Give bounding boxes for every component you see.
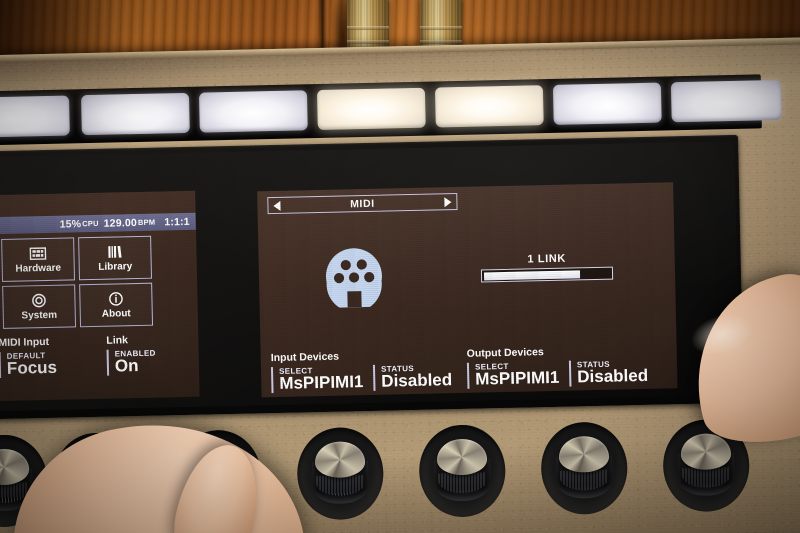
- screen-glass: 15% CPU 129.00 BPM 1:1:1 Hardware Librar…: [0, 140, 740, 413]
- input-devices-section: Input Devices SELECT MsPIPIMI1 STATUS Di…: [270, 348, 472, 394]
- hardware-grid-icon: [29, 245, 47, 261]
- settings-button-label: About: [101, 307, 131, 320]
- midi-input-parameter[interactable]: MIDI Input DEFAULT Focus: [0, 335, 82, 378]
- link-meter: 1 LINK: [480, 252, 614, 283]
- pad-6[interactable]: [552, 82, 662, 125]
- pad-4[interactable]: [316, 87, 426, 131]
- input-device-select[interactable]: SELECT MsPIPIMI1: [270, 365, 374, 394]
- output-device-status[interactable]: STATUS Disabled: [568, 358, 668, 387]
- arrow-right-icon[interactable]: [444, 196, 452, 207]
- field-value: MsPIPIMI1: [475, 367, 560, 389]
- left-parameter-row: MIDI Input DEFAULT Focus Link ENABLED On: [0, 333, 199, 378]
- parameter-value: Focus: [6, 357, 58, 378]
- bpm-label: BPM: [137, 217, 156, 227]
- input-devices-title: Input Devices: [270, 350, 340, 365]
- screenshot-root: 15% CPU 129.00 BPM 1:1:1 Hardware Librar…: [0, 0, 800, 533]
- field-value: MsPIPIMI1: [279, 372, 364, 394]
- link-parameter[interactable]: Link ENABLED On: [106, 333, 190, 376]
- settings-button-label: Library: [98, 260, 133, 273]
- link-meter-label: 1 LINK: [527, 252, 567, 266]
- midi-din-5pin-icon: [322, 245, 385, 313]
- pad-5[interactable]: [434, 85, 544, 128]
- page-selector[interactable]: MIDI: [267, 193, 458, 215]
- settings-button-label: System: [21, 309, 58, 322]
- bpm-value: 129.00: [103, 216, 138, 230]
- settings-button-label: Hardware: [15, 262, 62, 275]
- field-value: Disabled: [577, 366, 649, 387]
- pad-2[interactable]: [80, 92, 190, 136]
- pad-1[interactable]: [0, 95, 70, 139]
- output-devices-title: Output Devices: [466, 346, 544, 360]
- cpu-label: CPU: [82, 218, 99, 229]
- settings-button-about[interactable]: About: [79, 282, 154, 328]
- transport-position: 1:1:1: [164, 215, 190, 228]
- input-device-status[interactable]: STATUS Disabled: [372, 362, 472, 391]
- right-lcd-panel[interactable]: MIDI 1 LINK Input Devices SELECT MsPIPIM…: [257, 182, 678, 398]
- left-lcd-panel[interactable]: 15% CPU 129.00 BPM 1:1:1 Hardware Librar…: [0, 190, 200, 403]
- info-circle-icon: [107, 291, 124, 307]
- link-meter-bar: [480, 266, 614, 283]
- settings-button-system[interactable]: System: [2, 284, 77, 329]
- library-books-icon: [106, 244, 123, 260]
- cpu-value: 15%: [59, 217, 82, 231]
- target-circle-icon: [30, 292, 47, 308]
- pad-3[interactable]: [198, 90, 308, 133]
- field-value: Disabled: [381, 370, 453, 391]
- parameter-value: On: [114, 356, 139, 376]
- settings-button-grid: MIDI: [0, 235, 154, 331]
- parameter-title: Link: [106, 334, 129, 347]
- page-selector-title: MIDI: [350, 197, 375, 210]
- settings-button-library[interactable]: Library: [78, 235, 153, 281]
- output-devices-section: Output Devices SELECT MsPIPIMI1 STATUS D…: [467, 344, 668, 389]
- link-meter-fill: [483, 269, 581, 280]
- pad-7[interactable]: [670, 79, 782, 123]
- settings-button-hardware[interactable]: Hardware: [1, 237, 76, 282]
- screen-bezel: 15% CPU 129.00 BPM 1:1:1 Hardware Librar…: [0, 134, 744, 421]
- output-device-select[interactable]: SELECT MsPIPIMI1: [466, 360, 570, 389]
- status-bar: 15% CPU 129.00 BPM 1:1:1: [0, 212, 196, 236]
- parameter-title: MIDI Input: [0, 335, 50, 350]
